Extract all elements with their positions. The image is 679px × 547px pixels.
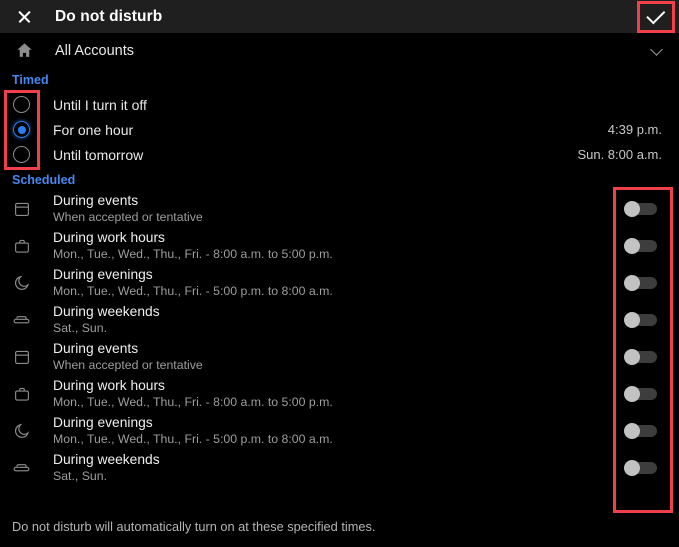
- timed-option-time: 4:39 p.m.: [608, 122, 662, 137]
- section-heading-scheduled: Scheduled: [12, 173, 75, 187]
- scheduled-item-texts: During eveningsMon., Tue., Wed., Thu., F…: [53, 266, 333, 299]
- chevron-down-icon[interactable]: [652, 45, 663, 56]
- scheduled-item-toggle[interactable]: [624, 349, 657, 364]
- toggle-knob: [624, 349, 640, 365]
- title-bar: Do not disturb: [0, 0, 679, 33]
- scheduled-item-title: During work hours: [53, 377, 333, 394]
- scheduled-item-toggle[interactable]: [624, 423, 657, 438]
- scheduled-item-toggle[interactable]: [624, 275, 657, 290]
- calendar-icon: [0, 348, 43, 366]
- scheduled-items-list: During eventsWhen accepted or tentativeD…: [0, 190, 679, 486]
- scheduled-item-toggle[interactable]: [624, 201, 657, 216]
- home-icon: [0, 41, 48, 60]
- close-icon: [17, 9, 32, 24]
- scheduled-item-texts: During eveningsMon., Tue., Wed., Thu., F…: [53, 414, 333, 447]
- confirm-button[interactable]: [637, 1, 675, 33]
- scheduled-item-subtitle: Mon., Tue., Wed., Thu., Fri. - 8:00 a.m.…: [53, 246, 333, 262]
- moon-icon: [0, 274, 43, 292]
- scheduled-item-subtitle: When accepted or tentative: [53, 357, 203, 373]
- scheduled-item-texts: During weekendsSat., Sun.: [53, 451, 160, 484]
- scheduled-item-toggle[interactable]: [624, 460, 657, 475]
- account-label: All Accounts: [55, 43, 134, 59]
- toggle-knob: [624, 386, 640, 402]
- sofa-icon: [0, 310, 43, 329]
- scheduled-item-row[interactable]: During eventsWhen accepted or tentative: [0, 338, 679, 375]
- scheduled-item-toggle[interactable]: [624, 312, 657, 327]
- scheduled-item-texts: During work hoursMon., Tue., Wed., Thu.,…: [53, 377, 333, 410]
- moon-icon: [0, 422, 43, 440]
- scheduled-item-row[interactable]: During eveningsMon., Tue., Wed., Thu., F…: [0, 412, 679, 449]
- timed-option-row[interactable]: Until I turn it off: [0, 92, 679, 117]
- briefcase-icon: [0, 385, 43, 403]
- scheduled-item-title: During events: [53, 340, 203, 357]
- scheduled-item-row[interactable]: During weekendsSat., Sun.: [0, 449, 679, 486]
- toggle-knob: [624, 201, 640, 217]
- radio-slot[interactable]: [0, 96, 43, 113]
- calendar-icon: [0, 200, 43, 218]
- scheduled-item-subtitle: Sat., Sun.: [53, 320, 160, 336]
- scheduled-item-texts: During eventsWhen accepted or tentative: [53, 340, 203, 373]
- scheduled-item-row[interactable]: During work hoursMon., Tue., Wed., Thu.,…: [0, 375, 679, 412]
- timed-option-label: Until tomorrow: [53, 147, 143, 163]
- check-icon: [646, 5, 665, 24]
- briefcase-icon: [0, 237, 43, 255]
- scheduled-item-title: During events: [53, 192, 203, 209]
- timed-option-row[interactable]: For one hour 4:39 p.m.: [0, 117, 679, 142]
- do-not-disturb-screen: Do not disturb All Accounts Timed Until …: [0, 0, 679, 547]
- scheduled-item-subtitle: Sat., Sun.: [53, 468, 160, 484]
- timed-option-label: For one hour: [53, 122, 133, 138]
- toggle-knob: [624, 460, 640, 476]
- timed-options-list: Until I turn it off For one hour 4:39 p.…: [0, 92, 679, 167]
- scheduled-item-row[interactable]: During weekendsSat., Sun.: [0, 301, 679, 338]
- timed-option-row[interactable]: Until tomorrow Sun. 8:00 a.m.: [0, 142, 679, 167]
- radio-icon-one-hour[interactable]: [13, 121, 30, 138]
- radio-slot[interactable]: [0, 121, 43, 138]
- toggle-knob: [624, 275, 640, 291]
- scheduled-item-texts: During work hoursMon., Tue., Wed., Thu.,…: [53, 229, 333, 262]
- radio-icon-until-off[interactable]: [13, 96, 30, 113]
- radio-icon-until-tomorrow[interactable]: [13, 146, 30, 163]
- scheduled-item-toggle[interactable]: [624, 386, 657, 401]
- scheduled-item-title: During weekends: [53, 451, 160, 468]
- scheduled-item-subtitle: When accepted or tentative: [53, 209, 203, 225]
- scheduled-item-title: During work hours: [53, 229, 333, 246]
- close-button[interactable]: [0, 0, 48, 33]
- scheduled-item-row[interactable]: During work hoursMon., Tue., Wed., Thu.,…: [0, 227, 679, 264]
- account-selector-row[interactable]: All Accounts: [0, 33, 679, 68]
- sofa-icon: [0, 458, 43, 477]
- scheduled-item-texts: During eventsWhen accepted or tentative: [53, 192, 203, 225]
- scheduled-item-toggle[interactable]: [624, 238, 657, 253]
- timed-option-time: Sun. 8:00 a.m.: [577, 147, 662, 162]
- radio-slot[interactable]: [0, 146, 43, 163]
- scheduled-item-subtitle: Mon., Tue., Wed., Thu., Fri. - 5:00 p.m.…: [53, 431, 333, 447]
- toggle-knob: [624, 312, 640, 328]
- toggle-knob: [624, 238, 640, 254]
- scheduled-item-title: During evenings: [53, 414, 333, 431]
- scheduled-item-subtitle: Mon., Tue., Wed., Thu., Fri. - 8:00 a.m.…: [53, 394, 333, 410]
- toggle-knob: [624, 423, 640, 439]
- footer-note: Do not disturb will automatically turn o…: [12, 519, 375, 534]
- timed-option-label: Until I turn it off: [53, 97, 147, 113]
- scheduled-item-row[interactable]: During eveningsMon., Tue., Wed., Thu., F…: [0, 264, 679, 301]
- scheduled-item-row[interactable]: During eventsWhen accepted or tentative: [0, 190, 679, 227]
- scheduled-item-title: During evenings: [53, 266, 333, 283]
- scheduled-item-title: During weekends: [53, 303, 160, 320]
- scheduled-item-texts: During weekendsSat., Sun.: [53, 303, 160, 336]
- scheduled-item-subtitle: Mon., Tue., Wed., Thu., Fri. - 5:00 p.m.…: [53, 283, 333, 299]
- section-heading-timed: Timed: [12, 73, 49, 87]
- page-title: Do not disturb: [55, 8, 162, 26]
